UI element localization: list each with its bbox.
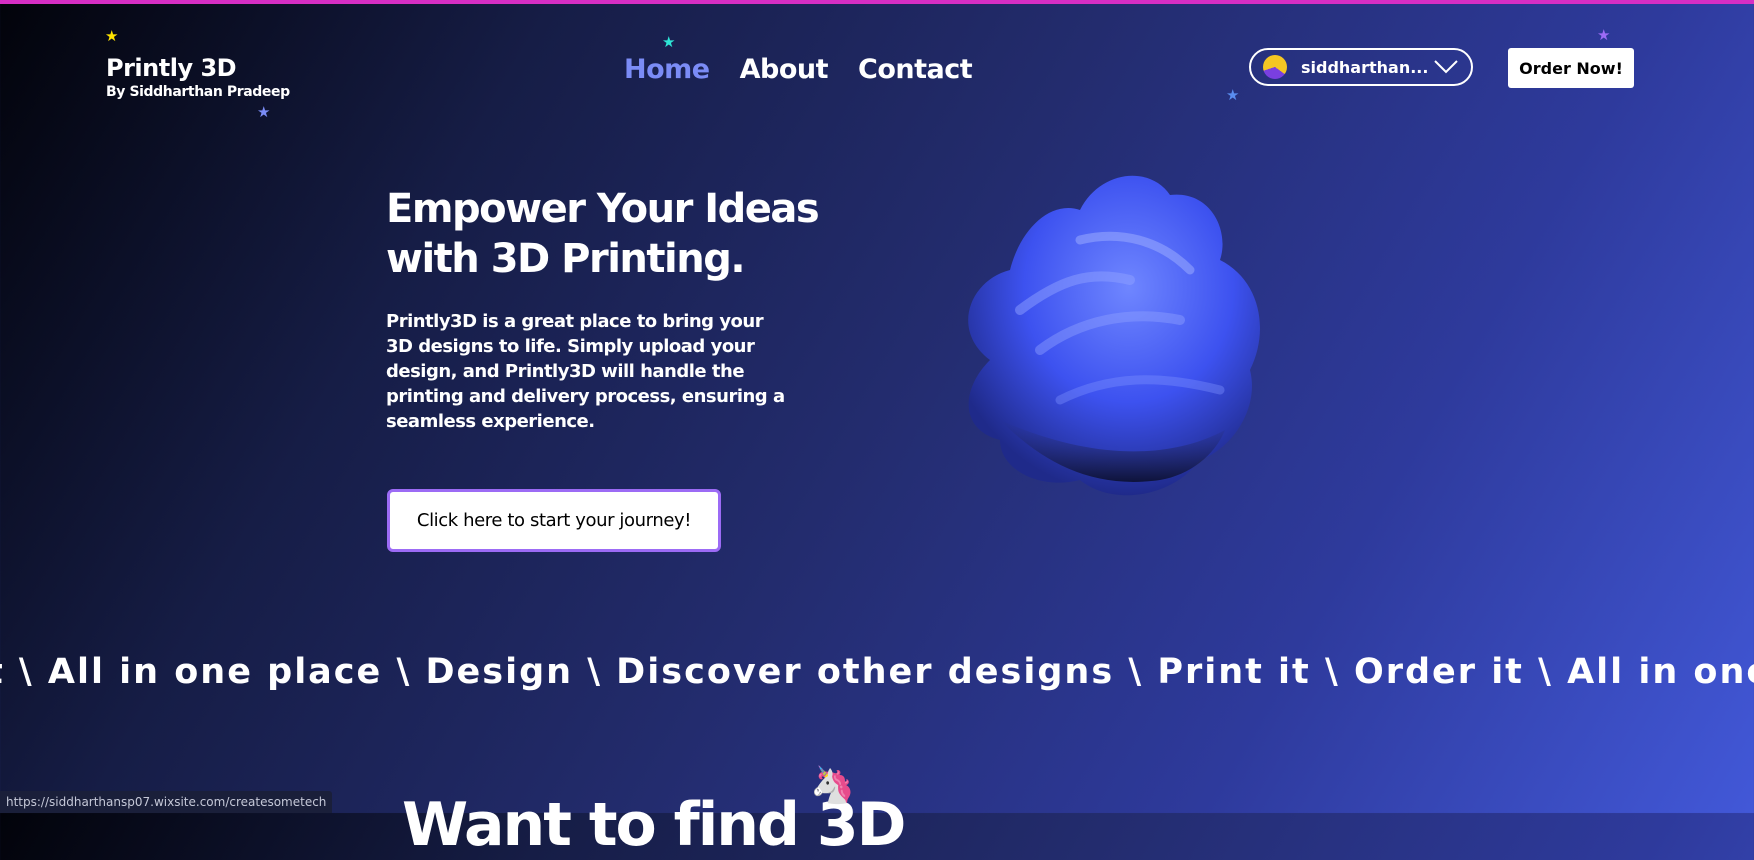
nav-home[interactable]: Home: [624, 54, 710, 85]
avatar: [1263, 55, 1287, 79]
marquee-text: t \ All in one place \ Design \ Discover…: [0, 652, 1754, 692]
marquee-banner: t \ All in one place \ Design \ Discover…: [0, 652, 1754, 702]
account-name: siddharthan...: [1301, 57, 1429, 77]
unicorn-icon: 🦄: [810, 765, 855, 806]
star-icon: ★: [662, 33, 676, 51]
account-menu[interactable]: siddharthan...: [1249, 48, 1473, 86]
chevron-down-icon: [1434, 60, 1458, 74]
top-accent-border: [0, 0, 1754, 4]
star-icon: ★: [1226, 86, 1240, 104]
3d-blob-image: [968, 175, 1260, 496]
order-now-button[interactable]: Order Now!: [1508, 48, 1634, 88]
start-journey-button[interactable]: Click here to start your journey!: [387, 489, 721, 552]
logo-subtitle: By Siddharthan Pradeep: [106, 84, 290, 100]
star-icon: ★: [1597, 26, 1611, 44]
star-icon: ★: [257, 103, 271, 121]
hero-title: Empower Your Ideas with 3D Printing.: [386, 186, 820, 282]
main-nav: Home About Contact: [624, 54, 973, 85]
hero-description: Printly3D is a great place to bring your…: [386, 311, 785, 432]
status-bar-url: https://siddharthansp07.wixsite.com/crea…: [0, 791, 333, 813]
star-icon: ★: [105, 27, 119, 45]
site-logo[interactable]: Printly 3D By Siddharthan Pradeep: [106, 54, 290, 100]
nav-contact[interactable]: Contact: [858, 54, 973, 85]
logo-title: Printly 3D: [106, 54, 237, 82]
nav-about[interactable]: About: [740, 54, 829, 85]
